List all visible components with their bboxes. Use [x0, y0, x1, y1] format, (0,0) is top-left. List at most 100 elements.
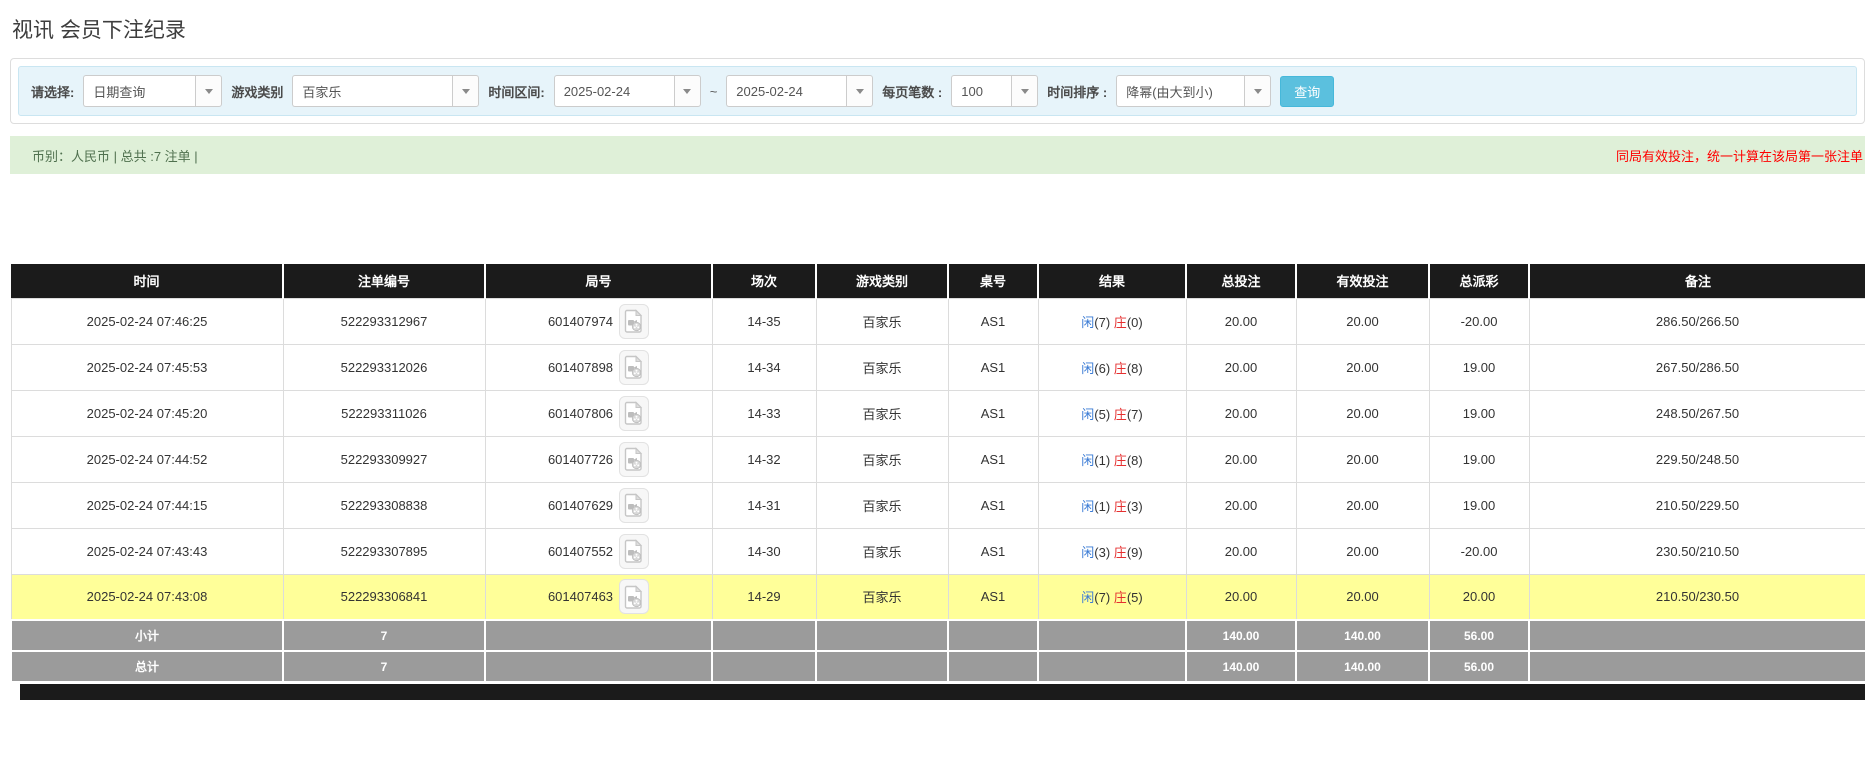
- chevron-down-icon: [683, 89, 691, 94]
- cell-remark: 229.50/248.50: [1529, 436, 1865, 482]
- date-from-dropdown-button[interactable]: [674, 75, 701, 107]
- subtotal-total-bet: 140.00: [1186, 620, 1296, 651]
- game-type-select[interactable]: [292, 75, 479, 107]
- result-banker-score: (7): [1127, 407, 1143, 422]
- per-page-dropdown-button[interactable]: [1011, 75, 1038, 107]
- cell-total-bet: 20.00: [1186, 390, 1296, 436]
- query-type-select[interactable]: [83, 75, 222, 107]
- video-replay-button[interactable]: [619, 304, 649, 339]
- date-from-picker[interactable]: [554, 75, 701, 107]
- cell-result: 闲(5) 庄(7): [1038, 390, 1186, 436]
- cell-total-bet: 20.00: [1186, 574, 1296, 620]
- date-to-dropdown-button[interactable]: [846, 75, 873, 107]
- total-valid-bet: 140.00: [1296, 651, 1429, 682]
- cell-total-payout: 19.00: [1429, 344, 1529, 390]
- date-to-picker[interactable]: [726, 75, 873, 107]
- cell-time: 2025-02-24 07:44:52: [11, 436, 283, 482]
- cell-session: 14-29: [712, 574, 816, 620]
- round-no-group: 601407726: [548, 442, 649, 477]
- result-player-score: (3): [1094, 545, 1114, 560]
- round-no-text: 601407463: [548, 589, 613, 604]
- table-footer: 小计 7 140.00 140.00 56.00 总计 7 1: [11, 620, 1865, 682]
- subtotal-empty: [485, 620, 712, 651]
- cell-remark: 267.50/286.50: [1529, 344, 1865, 390]
- game-type-dropdown-button[interactable]: [452, 75, 479, 107]
- cell-bet-id: 522293307895: [283, 528, 485, 574]
- cell-total-bet: 20.00: [1186, 528, 1296, 574]
- result-player-score: (5): [1094, 407, 1114, 422]
- video-replay-button[interactable]: [619, 488, 649, 523]
- cell-session: 14-35: [712, 298, 816, 344]
- chevron-down-icon: [1254, 89, 1262, 94]
- subtotal-label: 小计: [11, 620, 283, 651]
- chevron-down-icon: [205, 89, 213, 94]
- video-replay-button[interactable]: [619, 579, 649, 614]
- col-header-game-type: 游戏类别: [816, 264, 948, 298]
- cell-round-no: 601407463: [485, 574, 712, 620]
- round-no-text: 601407552: [548, 544, 613, 559]
- result-player-label: 闲: [1081, 361, 1094, 376]
- cell-total-payout: 19.00: [1429, 390, 1529, 436]
- result-player-label: 闲: [1081, 545, 1094, 560]
- time-sort-dropdown-button[interactable]: [1244, 75, 1271, 107]
- video-replay-button[interactable]: [619, 396, 649, 431]
- select-type-label: 请选择:: [31, 82, 74, 101]
- time-sort-input[interactable]: [1116, 75, 1244, 107]
- cell-total-bet: 20.00: [1186, 298, 1296, 344]
- result-banker-score: (5): [1127, 590, 1143, 605]
- date-from-input[interactable]: [554, 75, 674, 107]
- cell-bet-id: 522293306841: [283, 574, 485, 620]
- cell-valid-bet: 20.00: [1296, 528, 1429, 574]
- result-player-score: (7): [1094, 590, 1114, 605]
- total-empty: [1529, 651, 1865, 682]
- table-row: 2025-02-24 07:44:15522293308838601407629…: [11, 482, 1865, 528]
- cell-valid-bet: 20.00: [1296, 344, 1429, 390]
- result-player-label: 闲: [1081, 453, 1094, 468]
- video-replay-button[interactable]: [619, 350, 649, 385]
- cell-result: 闲(1) 庄(8): [1038, 436, 1186, 482]
- cell-total-bet: 20.00: [1186, 344, 1296, 390]
- total-payout: 56.00: [1429, 651, 1529, 682]
- cell-session: 14-30: [712, 528, 816, 574]
- cell-bet-id: 522293312026: [283, 344, 485, 390]
- result-player-label: 闲: [1081, 407, 1094, 422]
- cell-round-no: 601407974: [485, 298, 712, 344]
- cell-time: 2025-02-24 07:45:20: [11, 390, 283, 436]
- cell-result: 闲(6) 庄(8): [1038, 344, 1186, 390]
- cell-valid-bet: 20.00: [1296, 298, 1429, 344]
- result-banker-score: (9): [1127, 545, 1143, 560]
- query-type-input[interactable]: [83, 75, 195, 107]
- cell-remark: 210.50/230.50: [1529, 574, 1865, 620]
- cell-table-no: AS1: [948, 298, 1038, 344]
- summary-bar: 币别：人民币 | 总共 :7 注单 | 同局有效投注，统一计算在该局第一张注单: [10, 136, 1865, 174]
- video-replay-button[interactable]: [619, 442, 649, 477]
- result-player-label: 闲: [1081, 499, 1094, 514]
- result-player-score: (1): [1094, 499, 1114, 514]
- page-title: 视讯 会员下注纪录: [12, 14, 1865, 44]
- per-page-select[interactable]: [951, 75, 1038, 107]
- result-player-score: (1): [1094, 453, 1114, 468]
- result-player-score: (6): [1094, 361, 1114, 376]
- query-button[interactable]: 查询: [1280, 76, 1334, 107]
- result-banker-label: 庄: [1114, 545, 1127, 560]
- result-player-label: 闲: [1081, 315, 1094, 330]
- cell-round-no: 601407629: [485, 482, 712, 528]
- per-page-label: 每页笔数 :: [882, 82, 942, 101]
- per-page-input[interactable]: [951, 75, 1011, 107]
- round-no-text: 601407974: [548, 314, 613, 329]
- time-sort-label: 时间排序 :: [1047, 82, 1107, 101]
- query-type-dropdown-button[interactable]: [195, 75, 222, 107]
- table-header: 时间注单编号局号场次游戏类别桌号结果总投注有效投注总派彩备注: [11, 264, 1865, 298]
- result-banker-label: 庄: [1114, 361, 1127, 376]
- time-sort-select[interactable]: [1116, 75, 1271, 107]
- result-banker-label: 庄: [1114, 590, 1127, 605]
- round-no-text: 601407629: [548, 498, 613, 513]
- date-to-input[interactable]: [726, 75, 846, 107]
- video-replay-button[interactable]: [619, 534, 649, 569]
- round-no-text: 601407898: [548, 360, 613, 375]
- chevron-down-icon: [462, 89, 470, 94]
- game-type-input[interactable]: [292, 75, 452, 107]
- round-no-text: 601407806: [548, 406, 613, 421]
- subtotal-count: 7: [283, 620, 485, 651]
- video-file-icon: [624, 447, 644, 471]
